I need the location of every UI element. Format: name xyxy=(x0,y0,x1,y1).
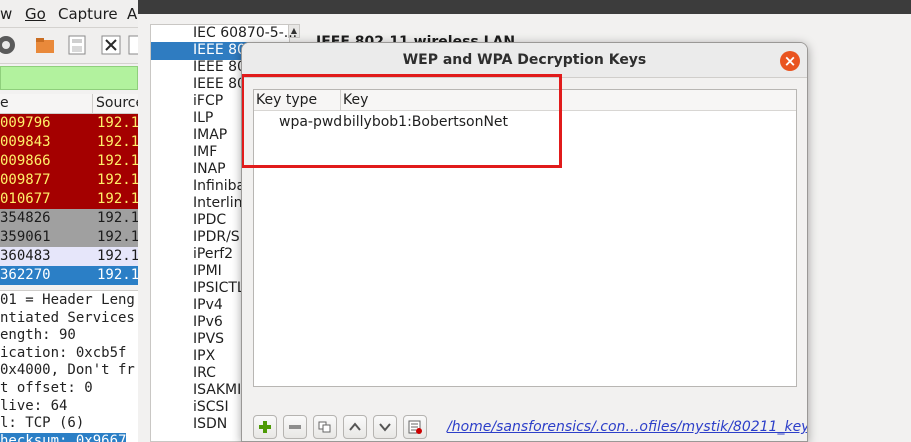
keys-file-path-link[interactable]: /home/sansforensics/.con…ofiles/mystik/8… xyxy=(447,419,807,435)
save-file-icon[interactable] xyxy=(65,33,89,57)
protocol-item[interactable]: IEEE 80 xyxy=(193,76,246,92)
clear-keys-button[interactable] xyxy=(403,415,427,439)
detail-line[interactable]: l: TCP (6) xyxy=(0,415,84,431)
clear-list-icon xyxy=(408,420,422,434)
packet-source-cell: 192.1 xyxy=(97,210,138,226)
packet-source-cell: 192.1 xyxy=(97,191,138,207)
column-header-source[interactable]: Source xyxy=(96,95,144,111)
protocol-item[interactable]: Infiniba xyxy=(193,178,245,194)
annotation-highlight-box xyxy=(242,74,562,168)
packet-time-cell: 354826 xyxy=(0,210,51,226)
detail-line[interactable]: 0x4000, Don't fr xyxy=(0,362,135,378)
dialog-toolbar: /home/sansforensics/.con…ofiles/mystik/8… xyxy=(242,413,807,441)
packet-row[interactable]: 359061 192.1 xyxy=(0,228,138,247)
move-down-button[interactable] xyxy=(373,415,397,439)
protocol-item[interactable]: IRC xyxy=(193,365,216,381)
protocol-item[interactable]: ILP xyxy=(193,110,213,126)
capture-options-icon[interactable] xyxy=(0,33,18,57)
protocol-item[interactable]: IMF xyxy=(193,144,217,160)
main-toolbar xyxy=(0,28,148,64)
protocol-item[interactable]: IPMI xyxy=(193,263,222,279)
protocol-item[interactable]: IMAP xyxy=(193,127,227,143)
protocol-item[interactable]: Interlin xyxy=(193,195,243,211)
protocol-item[interactable]: IEEE 80 xyxy=(193,59,246,75)
packet-time-cell: 009796 xyxy=(0,115,51,131)
screen: w Go Capture A e Source 009796 192.1 00984… xyxy=(0,0,911,442)
packet-row[interactable]: 009866 192.1 xyxy=(0,152,138,171)
display-filter-input[interactable] xyxy=(0,66,138,90)
dialog-titlebar: WEP and WPA Decryption Keys × xyxy=(242,43,807,78)
packet-source-cell: 192.1 xyxy=(97,134,138,150)
detail-line[interactable]: 01 = Header Leng xyxy=(0,292,135,308)
packet-detail-pane: 01 = Header Leng ntiated Services ength: 9… xyxy=(0,290,138,442)
menu-analyze-partial[interactable]: A xyxy=(127,5,137,23)
packet-row[interactable]: 009877 192.1 xyxy=(0,171,138,190)
packet-source-cell: 192.1 xyxy=(97,248,138,264)
packet-list-header: e Source xyxy=(0,94,144,114)
detail-line[interactable]: ntiated Services xyxy=(0,310,135,326)
decryption-keys-dialog: WEP and WPA Decryption Keys × Key type K… xyxy=(241,42,808,442)
menu-bar: w Go Capture A xyxy=(0,0,140,28)
close-icon[interactable]: × xyxy=(780,51,800,71)
packet-time-cell: 359061 xyxy=(0,229,51,245)
menu-go[interactable]: Go xyxy=(25,5,46,23)
detail-line[interactable]: t offset: 0 xyxy=(0,380,93,396)
packet-row[interactable]: 010677 192.1 xyxy=(0,190,138,209)
protocol-item[interactable]: iFCP xyxy=(193,93,223,109)
packet-row[interactable]: 354826 192.1 xyxy=(0,209,138,228)
dialog-title: WEP and WPA Decryption Keys xyxy=(402,52,647,68)
move-up-button[interactable] xyxy=(343,415,367,439)
protocol-item[interactable]: ISDN xyxy=(193,416,227,432)
add-key-button[interactable] xyxy=(253,415,277,439)
protocol-item[interactable]: IEC 60870-5-... xyxy=(193,25,297,41)
protocol-item[interactable]: IPDR/S xyxy=(193,229,240,245)
packet-time-cell: 009877 xyxy=(0,172,51,188)
close-file-icon[interactable] xyxy=(99,33,123,57)
minus-icon xyxy=(289,425,301,429)
menu-capture[interactable]: Capture xyxy=(58,5,118,23)
packet-time-cell: 010677 xyxy=(0,191,51,207)
packet-source-cell: 192.1 xyxy=(97,172,138,188)
chevron-up-icon xyxy=(349,422,361,431)
protocol-item[interactable]: IPv4 xyxy=(193,297,223,313)
packet-time-cell: 362270 xyxy=(0,267,51,283)
protocol-item[interactable]: INAP xyxy=(193,161,226,177)
chevron-down-icon xyxy=(379,423,391,432)
packet-time-cell: 009843 xyxy=(0,134,51,150)
menu-view-partial[interactable]: w xyxy=(0,5,12,23)
packet-time-cell: 360483 xyxy=(0,248,51,264)
remove-key-button[interactable] xyxy=(283,415,307,439)
protocol-item[interactable]: IPDC xyxy=(193,212,226,228)
copy-key-button[interactable] xyxy=(313,415,337,439)
protocol-item[interactable]: IPv6 xyxy=(193,314,223,330)
packet-source-cell: 192.1 xyxy=(97,115,138,131)
plus-icon xyxy=(259,421,271,433)
packet-time-cell: 009866 xyxy=(0,153,51,169)
protocol-item[interactable]: IPVS xyxy=(193,331,224,347)
column-divider xyxy=(92,94,93,114)
copy-icon xyxy=(318,421,331,433)
protocol-item[interactable]: IEEE 80 xyxy=(193,42,246,58)
packet-source-cell: 192.1 xyxy=(97,229,138,245)
packet-row[interactable]: 362270 192.1 xyxy=(0,266,138,285)
detail-line[interactable]: live: 64 xyxy=(0,398,67,414)
protocol-item[interactable]: iPerf2 xyxy=(193,246,233,262)
open-file-icon[interactable] xyxy=(33,33,57,57)
detail-line[interactable]: hecksum: 0x9667 xyxy=(0,432,127,442)
packet-source-cell: 192.1 xyxy=(97,153,138,169)
protocol-item[interactable]: IPX xyxy=(193,348,215,364)
protocol-item[interactable]: IPSICTL xyxy=(193,280,245,296)
packet-source-cell: 192.1 xyxy=(97,267,138,283)
protocol-item[interactable]: ISAKMI xyxy=(193,382,241,398)
protocol-item[interactable]: iSCSI xyxy=(193,399,229,415)
window-titlebar xyxy=(138,0,911,14)
packet-row[interactable]: 009843 192.1 xyxy=(0,133,138,152)
detail-line[interactable]: ength: 90 xyxy=(0,327,76,343)
column-header-time[interactable]: e xyxy=(0,95,9,111)
detail-line[interactable]: ication: 0xcb5f xyxy=(0,345,126,361)
packet-row[interactable]: 360483 192.1 xyxy=(0,247,138,266)
packet-row[interactable]: 009796 192.1 xyxy=(0,114,138,133)
